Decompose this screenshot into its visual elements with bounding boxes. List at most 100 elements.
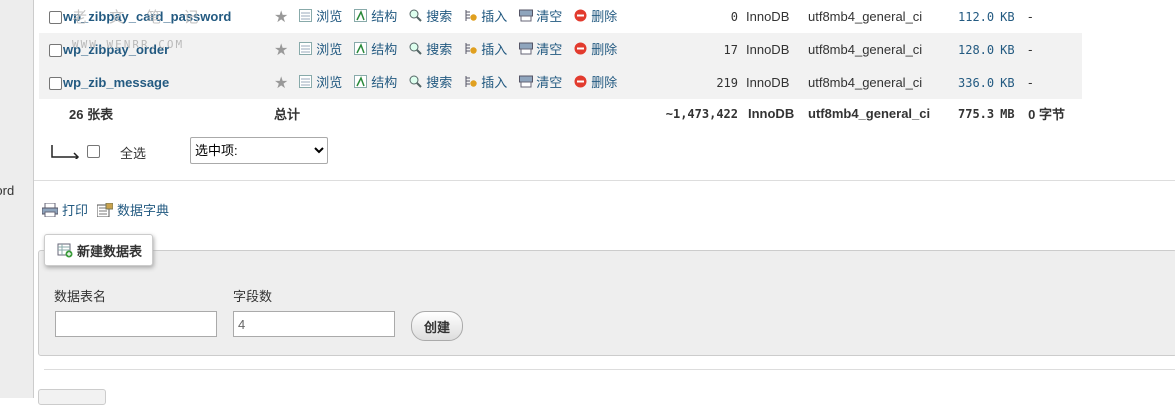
drop-label: 删除 [591, 75, 618, 90]
drop-label: 删除 [591, 9, 618, 24]
print-link[interactable]: 打印 [41, 200, 89, 219]
browse-label: 浏览 [316, 75, 343, 90]
empty-icon [519, 42, 534, 55]
navigation-panel: word [0, 0, 34, 398]
create-button[interactable]: 创建 [411, 311, 463, 341]
structure-action[interactable]: 结构 [354, 39, 397, 58]
table-name-input[interactable] [55, 311, 217, 337]
table-row: wp_zibpay_order ★ 浏览 结构 搜索 插入 清空 删除 17 InnoDB utf… [39, 33, 1082, 66]
table-name-link[interactable]: wp_zib_message [63, 66, 274, 99]
search-label: 搜索 [426, 9, 453, 24]
browse-icon [299, 9, 313, 22]
structure-action[interactable]: 结构 [354, 6, 397, 25]
with-selected-dropdown[interactable]: 选中项: [190, 137, 328, 164]
empty-action[interactable]: 清空 [519, 39, 562, 58]
search-action[interactable]: 搜索 [409, 39, 452, 58]
engine: InnoDB [738, 66, 808, 99]
search-label: 搜索 [426, 75, 453, 90]
browse-label: 浏览 [316, 9, 343, 24]
structure-icon [354, 9, 368, 22]
dictionary-icon [96, 202, 114, 217]
size: 112.0 [958, 0, 995, 33]
drop-label: 删除 [591, 42, 618, 57]
drop-icon [574, 9, 587, 22]
drop-icon [574, 42, 587, 55]
search-action[interactable]: 搜索 [409, 6, 452, 25]
size: 128.0 [958, 33, 995, 66]
empty-label: 清空 [536, 9, 563, 24]
drop-action[interactable]: 删除 [574, 6, 617, 25]
new-table-icon [57, 243, 73, 258]
engine: InnoDB [738, 0, 808, 33]
row-count: 17 [646, 33, 738, 66]
engine: InnoDB [738, 33, 808, 66]
collation: utf8mb4_general_ci [808, 66, 958, 99]
row-checkbox[interactable] [49, 77, 62, 91]
size-unit: KB [994, 66, 1029, 99]
browse-icon [299, 42, 313, 55]
favorite-star-icon[interactable]: ★ [274, 42, 288, 59]
search-icon [409, 9, 422, 22]
print-label: 打印 [62, 203, 89, 218]
browse-action[interactable]: 浏览 [299, 72, 342, 91]
insert-action[interactable]: 插入 [464, 39, 507, 58]
total-collation: utf8mb4_general_ci [808, 99, 958, 128]
insert-label: 插入 [481, 75, 508, 90]
browse-label: 浏览 [316, 42, 343, 57]
drop-action[interactable]: 删除 [574, 72, 617, 91]
row-checkbox[interactable] [49, 44, 62, 58]
collation: utf8mb4_general_ci [808, 33, 958, 66]
structure-label: 结构 [371, 9, 398, 24]
total-count: 26 张表 [63, 99, 274, 128]
row-checkbox[interactable] [49, 11, 62, 25]
create-table-legend: 新建数据表 [44, 234, 154, 266]
insert-action[interactable]: 插入 [464, 6, 507, 25]
check-all-arrow-icon [50, 143, 80, 162]
table-row: wp_zib_message ★ 浏览 结构 搜索 插入 清空 删除 219 InnoDB utf… [39, 66, 1082, 99]
divider [34, 180, 1175, 181]
watermark-title: 老 文 笔 记 [72, 9, 208, 26]
select-all-checkbox[interactable] [87, 145, 100, 158]
row-count: 0 [646, 0, 738, 33]
overhead: - [1028, 66, 1082, 99]
empty-icon [519, 75, 534, 88]
table-total-row: 26 张表 总计 ~1,473,422 InnoDB utf8mb4_gener… [39, 99, 1082, 128]
overhead: - [1028, 0, 1082, 33]
search-action[interactable]: 搜索 [409, 72, 452, 91]
favorite-star-icon[interactable]: ★ [274, 9, 288, 26]
partial-button[interactable] [38, 389, 106, 405]
insert-label: 插入 [481, 42, 508, 57]
empty-icon [519, 9, 534, 22]
browse-action[interactable]: 浏览 [299, 39, 342, 58]
total-size: 775.3 [958, 99, 995, 128]
browse-action[interactable]: 浏览 [299, 6, 342, 25]
row-count: 219 [646, 66, 738, 99]
field-count-input[interactable] [233, 311, 395, 337]
printer-icon [41, 202, 59, 217]
search-icon [409, 42, 422, 55]
browse-icon [299, 75, 313, 88]
divider-bottom [44, 369, 1175, 370]
empty-action[interactable]: 清空 [519, 72, 562, 91]
total-label: 总计 [274, 99, 646, 128]
empty-label: 清空 [536, 75, 563, 90]
size: 336.0 [958, 66, 995, 99]
watermark-domain: WWW.WENRR.COM [72, 38, 185, 51]
total-unit: MB [994, 99, 1029, 128]
drop-action[interactable]: 删除 [574, 39, 617, 58]
insert-action[interactable]: 插入 [464, 72, 507, 91]
nav-truncated-item[interactable]: word [0, 183, 14, 198]
empty-label: 清空 [536, 42, 563, 57]
structure-action[interactable]: 结构 [354, 72, 397, 91]
empty-action[interactable]: 清空 [519, 6, 562, 25]
structure-label: 结构 [371, 42, 398, 57]
insert-icon [464, 9, 477, 22]
field-count-label: 字段数 [233, 289, 273, 304]
favorite-star-icon[interactable]: ★ [274, 75, 288, 92]
data-dictionary-link[interactable]: 数据字典 [96, 200, 169, 219]
structure-label: 结构 [371, 75, 398, 90]
search-label: 搜索 [426, 42, 453, 57]
create-table-legend-label: 新建数据表 [77, 243, 143, 259]
select-all-label[interactable]: 全选 [120, 143, 146, 162]
structure-icon [354, 42, 368, 55]
